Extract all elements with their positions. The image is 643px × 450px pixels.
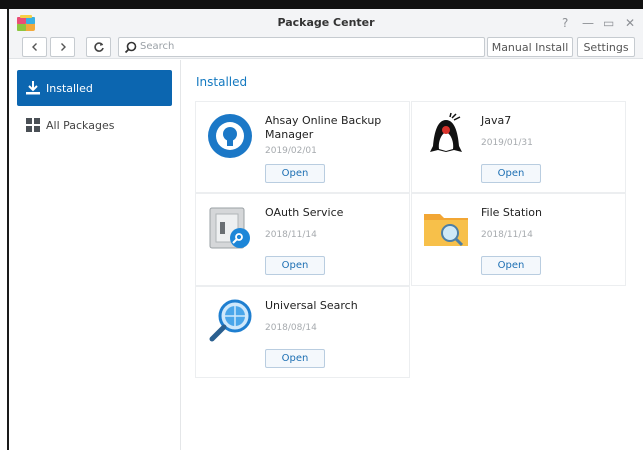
sidebar-item-label: All Packages	[46, 118, 115, 132]
back-button[interactable]	[22, 37, 47, 57]
folder-search-icon	[424, 214, 468, 247]
title-bar[interactable]: Package Center ? — ▭ ✕	[9, 9, 643, 37]
package-date: 2019/02/01	[265, 146, 317, 156]
magnifier-icon	[209, 299, 252, 342]
package-card-oauth-service: OAuth Service 2018/11/14 Open	[195, 193, 410, 286]
open-button[interactable]: Open	[265, 256, 325, 275]
sidebar-item-label: Installed	[46, 81, 93, 95]
chevron-left-icon	[31, 43, 37, 51]
sidebar: Installed All Packages	[9, 60, 181, 450]
open-button[interactable]: Open	[265, 349, 325, 368]
manual-install-button[interactable]: Manual Install	[487, 37, 573, 57]
package-name: Java7	[481, 114, 512, 127]
package-name: Ahsay Online Backup Manager	[265, 114, 382, 141]
package-date: 2018/11/14	[481, 230, 533, 240]
download-icon	[26, 81, 40, 95]
package-date: 2019/01/31	[481, 138, 533, 148]
sidebar-item-installed[interactable]: Installed	[17, 70, 172, 106]
search-icon	[124, 41, 137, 54]
chevron-right-icon	[60, 43, 66, 51]
grid-icon	[26, 118, 40, 132]
window-title: Package Center	[277, 16, 375, 29]
maximize-icon[interactable]: ▭	[603, 16, 614, 30]
package-name: OAuth Service	[265, 206, 344, 219]
package-card-java7: Java7 2019/01/31 Open	[411, 101, 626, 193]
forward-button[interactable]	[50, 37, 75, 57]
minimize-icon[interactable]: —	[582, 16, 594, 30]
package-date: 2018/11/14	[265, 230, 317, 240]
open-button[interactable]: Open	[265, 164, 325, 183]
refresh-icon	[93, 42, 104, 52]
sidebar-item-all-packages[interactable]: All Packages	[17, 107, 172, 143]
toolbar: Search Manual Install Settings	[9, 37, 643, 59]
open-button[interactable]: Open	[481, 256, 541, 275]
package-card-file-station: File Station 2018/11/14 Open	[411, 193, 626, 286]
settings-button[interactable]: Settings	[577, 37, 635, 57]
oauth-icon	[209, 207, 250, 249]
ahsay-icon	[208, 114, 252, 158]
help-icon[interactable]: ?	[562, 16, 568, 30]
refresh-button[interactable]	[86, 37, 111, 57]
package-name: Universal Search	[265, 299, 358, 312]
section-title: Installed	[196, 75, 248, 89]
package-date: 2018/08/14	[265, 323, 317, 333]
open-button[interactable]: Open	[481, 164, 541, 183]
package-card-ahsay: Ahsay Online Backup Manager 2019/02/01 O…	[195, 101, 410, 193]
package-name: File Station	[481, 206, 543, 219]
java-duke-icon	[430, 112, 462, 152]
close-icon[interactable]: ✕	[625, 16, 635, 30]
window-top-edge	[0, 0, 643, 9]
package-card-universal-search: Universal Search 2018/08/14 Open	[195, 286, 410, 378]
package-center-window: Package Center ? — ▭ ✕ Search Manual Ins…	[0, 0, 643, 450]
search-placeholder: Search	[140, 41, 175, 52]
search-input[interactable]: Search	[118, 37, 485, 57]
window-left-edge	[0, 9, 9, 450]
